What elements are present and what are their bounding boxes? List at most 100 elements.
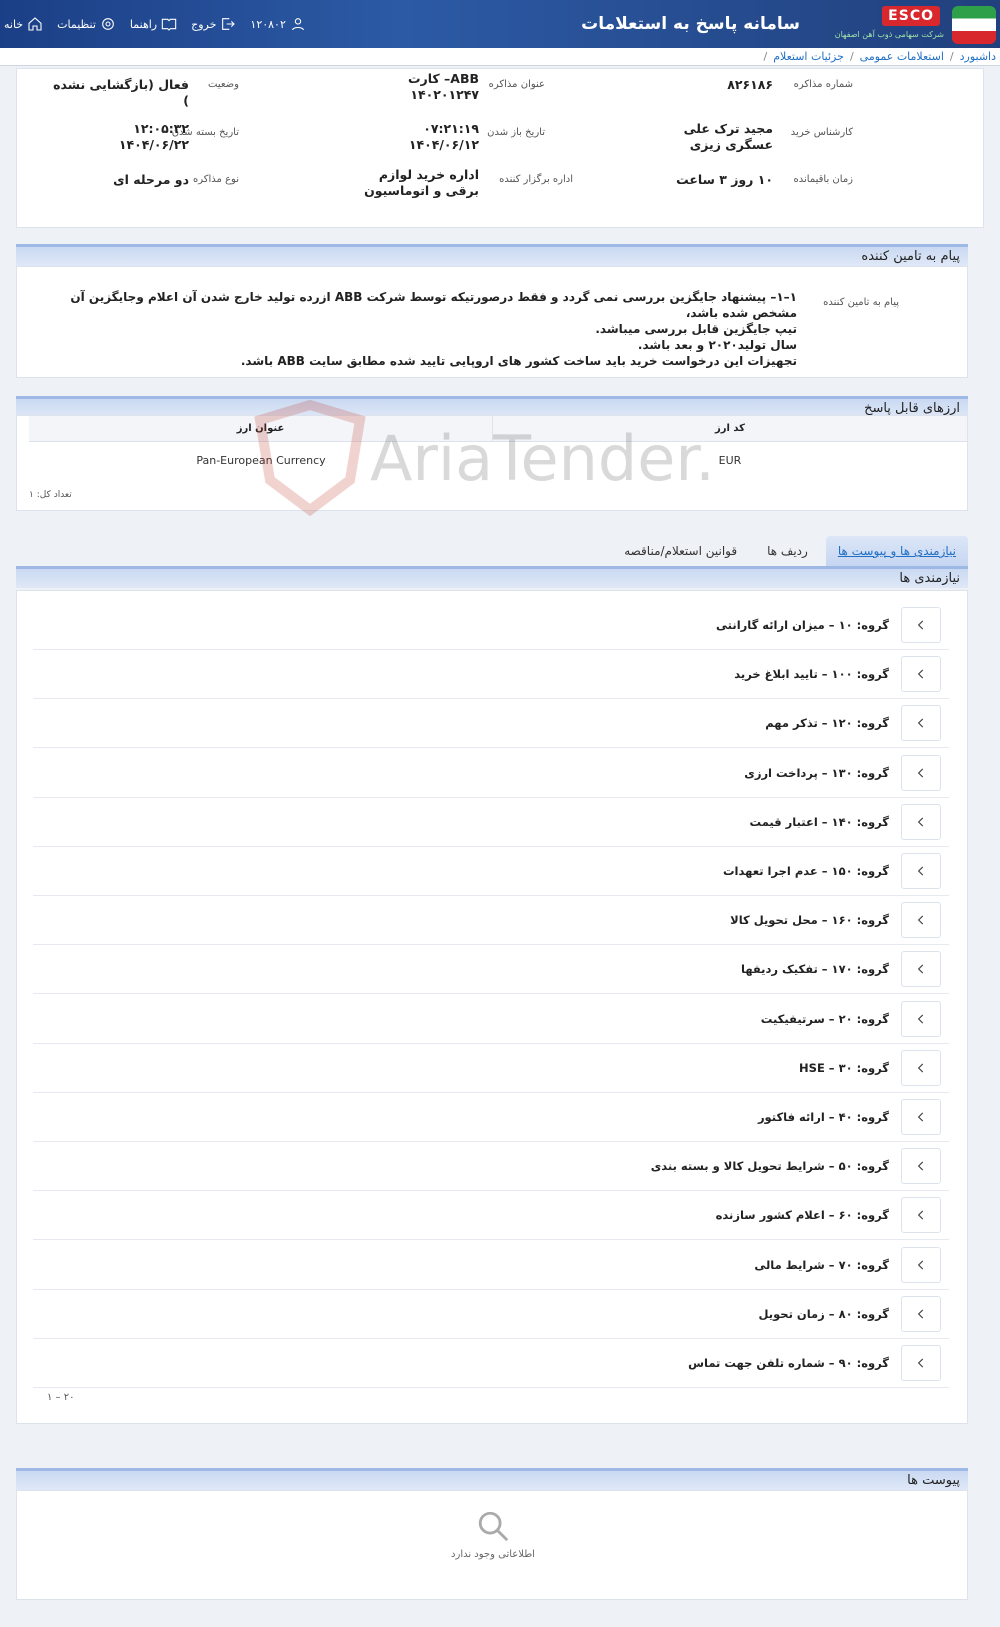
requirement-group-label: گروه: ۱۰ – میزان ارائه گارانتی: [716, 618, 889, 632]
tab-requirements-attachments[interactable]: نیازمندی ها و پیوست ها: [825, 536, 968, 566]
requirement-group-row[interactable]: گروه: ۱۵۰ – عدم اجرا تعهدات: [33, 847, 949, 896]
expand-button[interactable]: [901, 902, 941, 939]
requirement-group-row[interactable]: گروه: ۱۶۰ – محل تحویل کالا: [33, 896, 949, 946]
nav-home-label: خانه: [4, 17, 24, 31]
requirement-group-row[interactable]: گروه: ۷۰ – شرایط مالی: [33, 1241, 949, 1290]
expand-button[interactable]: [901, 705, 941, 742]
requirement-group-label: گروه: ۴۰ – ارائه فاکتور: [757, 1110, 889, 1124]
negotiation-title: ABB– کارت ۱۴۰۲۰۱۲۴۷: [407, 71, 479, 102]
open-date-value: ۰۷:۲۱:۱۹ ۱۴۰۴/۰۶/۱۲: [408, 121, 479, 152]
negotiation-title-label: عنوان مذاکره: [488, 79, 545, 90]
expand-button[interactable]: [901, 754, 941, 791]
chevron-left-icon: [917, 1112, 924, 1122]
breadcrumb: داشبورد / استعلامات عمومی / جزئیات استعل…: [0, 48, 1000, 66]
requirement-group-label: گروه: ۱۴۰ – اعتبار قیمت: [749, 814, 889, 829]
chevron-left-icon: [917, 866, 924, 876]
attachments-card: اطلاعاتی وجود ندارد: [16, 1490, 968, 1600]
open-date-label: تاریخ باز شدن: [487, 127, 545, 138]
requirement-group-label: گروه: ۷۰ – شرایط مالی: [754, 1257, 889, 1272]
gear-icon: [102, 18, 114, 30]
top-nav: خانه تنظیمات راهنما خروج ۱۲۰۸۰۲: [0, 0, 306, 48]
negotiation-number: ۸۲۶۱۸۶: [727, 77, 773, 92]
requirement-group-row[interactable]: گروه: ۵۰ – شرایط تحویل کالا و بسته بندی: [33, 1142, 949, 1192]
requirement-group-row[interactable]: گروه: ۱۰ – میزان ارائه گارانتی: [33, 601, 949, 650]
chevron-left-icon: [917, 669, 924, 679]
currencies-count: تعداد کل: ۱: [29, 490, 72, 500]
requirement-group-row[interactable]: گروه: ۲۰ – سرتیفیکیت: [33, 995, 949, 1044]
breadcrumb-inquiry-details[interactable]: جزئیات استعلام: [773, 50, 844, 63]
status-label: وضعیت: [208, 79, 239, 90]
requirement-group-label: گروه: ۱۵۰ – عدم اجرا تعهدات: [722, 864, 889, 878]
chevron-left-icon: [917, 1014, 924, 1024]
expert-label: کارشناس خرید: [790, 127, 853, 138]
status-value: فعال (بازگشایی نشده ): [53, 77, 189, 108]
supplier-message-line: ۱–۱– پیشنهاد جایگزین بررسی نمی گردد و فق…: [70, 290, 797, 320]
column-header-currency-title[interactable]: عنوان ارز: [29, 416, 493, 442]
requirement-group-label: گروه: ۵۰ – شرایط تحویل کالا و بسته بندی: [650, 1159, 889, 1174]
currency-title-cell: Pan-European Currency: [196, 454, 326, 467]
nav-guide[interactable]: راهنما: [130, 16, 177, 32]
requirement-group-row[interactable]: گروه: ۱۲۰ – تذکر مهم: [33, 699, 949, 749]
expand-button[interactable]: [901, 1246, 941, 1283]
supplier-message-text: ۱–۱– پیشنهاد جایگزین بررسی نمی گردد و فق…: [45, 289, 797, 369]
expand-button[interactable]: [901, 1295, 941, 1332]
tab-rows[interactable]: ردیف ها: [755, 536, 820, 566]
requirement-group-label: گروه: ۸۰ – زمان تحویل: [758, 1306, 889, 1321]
chevron-left-icon: [917, 1161, 924, 1171]
expand-button[interactable]: [901, 1049, 941, 1086]
empty-message: اطلاعاتی وجود ندارد: [451, 1549, 535, 1560]
currencies-card: کد ارز عنوان ارز EUR Pan-European Curren…: [16, 415, 968, 511]
nav-home[interactable]: خانه: [4, 16, 43, 32]
requirement-group-row[interactable]: گروه: ۸۰ – زمان تحویل: [33, 1290, 949, 1339]
requirement-group-label: گروه: ۶۰ – اعلام کشور سازنده: [715, 1208, 889, 1223]
search-icon: [478, 1511, 509, 1542]
requirement-group-row[interactable]: گروه: ۱۳۰ – پرداخت ارزی: [33, 749, 949, 798]
negotiation-type-label: نوع مذاکره: [193, 174, 239, 185]
breadcrumb-separator: /: [949, 50, 954, 63]
column-header-currency-code[interactable]: کد ارز: [493, 416, 967, 442]
remaining-time-label: زمان باقیمانده: [793, 174, 853, 185]
expand-button[interactable]: [901, 1197, 941, 1234]
organizer-label: اداره برگزار کننده: [499, 174, 573, 185]
nav-settings[interactable]: تنظیمات: [57, 16, 116, 32]
chevron-left-icon: [917, 1309, 924, 1319]
requirement-group-row[interactable]: گروه: ۹۰ – شماره تلفن جهت تماس: [33, 1339, 949, 1388]
breadcrumb-public-inquiries[interactable]: استعلامات عمومی: [860, 50, 944, 63]
requirement-group-label: گروه: ۹۰ – شماره تلفن جهت تماس: [688, 1356, 889, 1370]
expand-button[interactable]: [901, 656, 941, 693]
organizer-value: اداره خرید لوازم برقی و اتوماسیون: [364, 167, 479, 198]
attachments-empty-state: اطلاعاتی وجود ندارد: [17, 1509, 969, 1560]
app-title: سامانه پاسخ به استعلامات: [581, 14, 800, 34]
user-icon: [292, 18, 304, 31]
expand-button[interactable]: [901, 853, 941, 889]
logout-icon: [222, 18, 236, 30]
expand-button[interactable]: [901, 1345, 941, 1381]
detail-tabs: نیازمندی ها و پیوست ها ردیف ها قوانین اس…: [16, 530, 968, 566]
requirement-group-row[interactable]: گروه: ۱۷۰ – تفکیک ردیفها: [33, 945, 949, 995]
expand-button[interactable]: [901, 1148, 941, 1185]
requirement-group-label: گروه: ۱۷۰ – تفکیک ردیفها: [741, 962, 889, 977]
expand-button[interactable]: [901, 1099, 941, 1135]
requirement-group-row[interactable]: گروه: ۴۰ – ارائه فاکتور: [33, 1093, 949, 1142]
expand-button[interactable]: [901, 951, 941, 988]
expand-button[interactable]: [901, 1000, 941, 1037]
negotiation-type-value: دو مرحله ای: [113, 172, 189, 187]
supplier-message-line: تیپ جایگزین قابل بررسی میباشد.: [595, 322, 797, 336]
book-icon: [161, 18, 177, 31]
breadcrumb-separator: /: [763, 50, 768, 63]
requirement-group-label: گروه: ۱۶۰ – محل تحویل کالا: [730, 913, 889, 928]
expand-button[interactable]: [901, 803, 941, 840]
requirement-group-row[interactable]: گروه: ۳۰ – HSE: [33, 1044, 949, 1093]
company-logo: [952, 6, 996, 44]
chevron-left-icon: [917, 718, 924, 728]
nav-user[interactable]: ۱۲۰۸۰۲: [250, 16, 305, 32]
requirement-group-row[interactable]: گروه: ۱۰۰ – تایید ابلاغ خرید: [33, 650, 949, 700]
tab-inquiry-rules[interactable]: قوانین استعلام/مناقصه: [612, 536, 749, 566]
expand-button[interactable]: [901, 607, 941, 643]
breadcrumb-dashboard[interactable]: داشبورد: [960, 50, 996, 63]
requirement-group-label: گروه: ۳۰ – HSE: [799, 1060, 889, 1075]
supplier-message-line: تجهیزات این درخواست خرید باید ساخت کشور …: [240, 354, 797, 368]
nav-logout[interactable]: خروج: [191, 16, 236, 32]
requirement-group-row[interactable]: گروه: ۱۴۰ – اعتبار قیمت: [33, 798, 949, 847]
requirement-group-row[interactable]: گروه: ۶۰ – اعلام کشور سازنده: [33, 1191, 949, 1241]
